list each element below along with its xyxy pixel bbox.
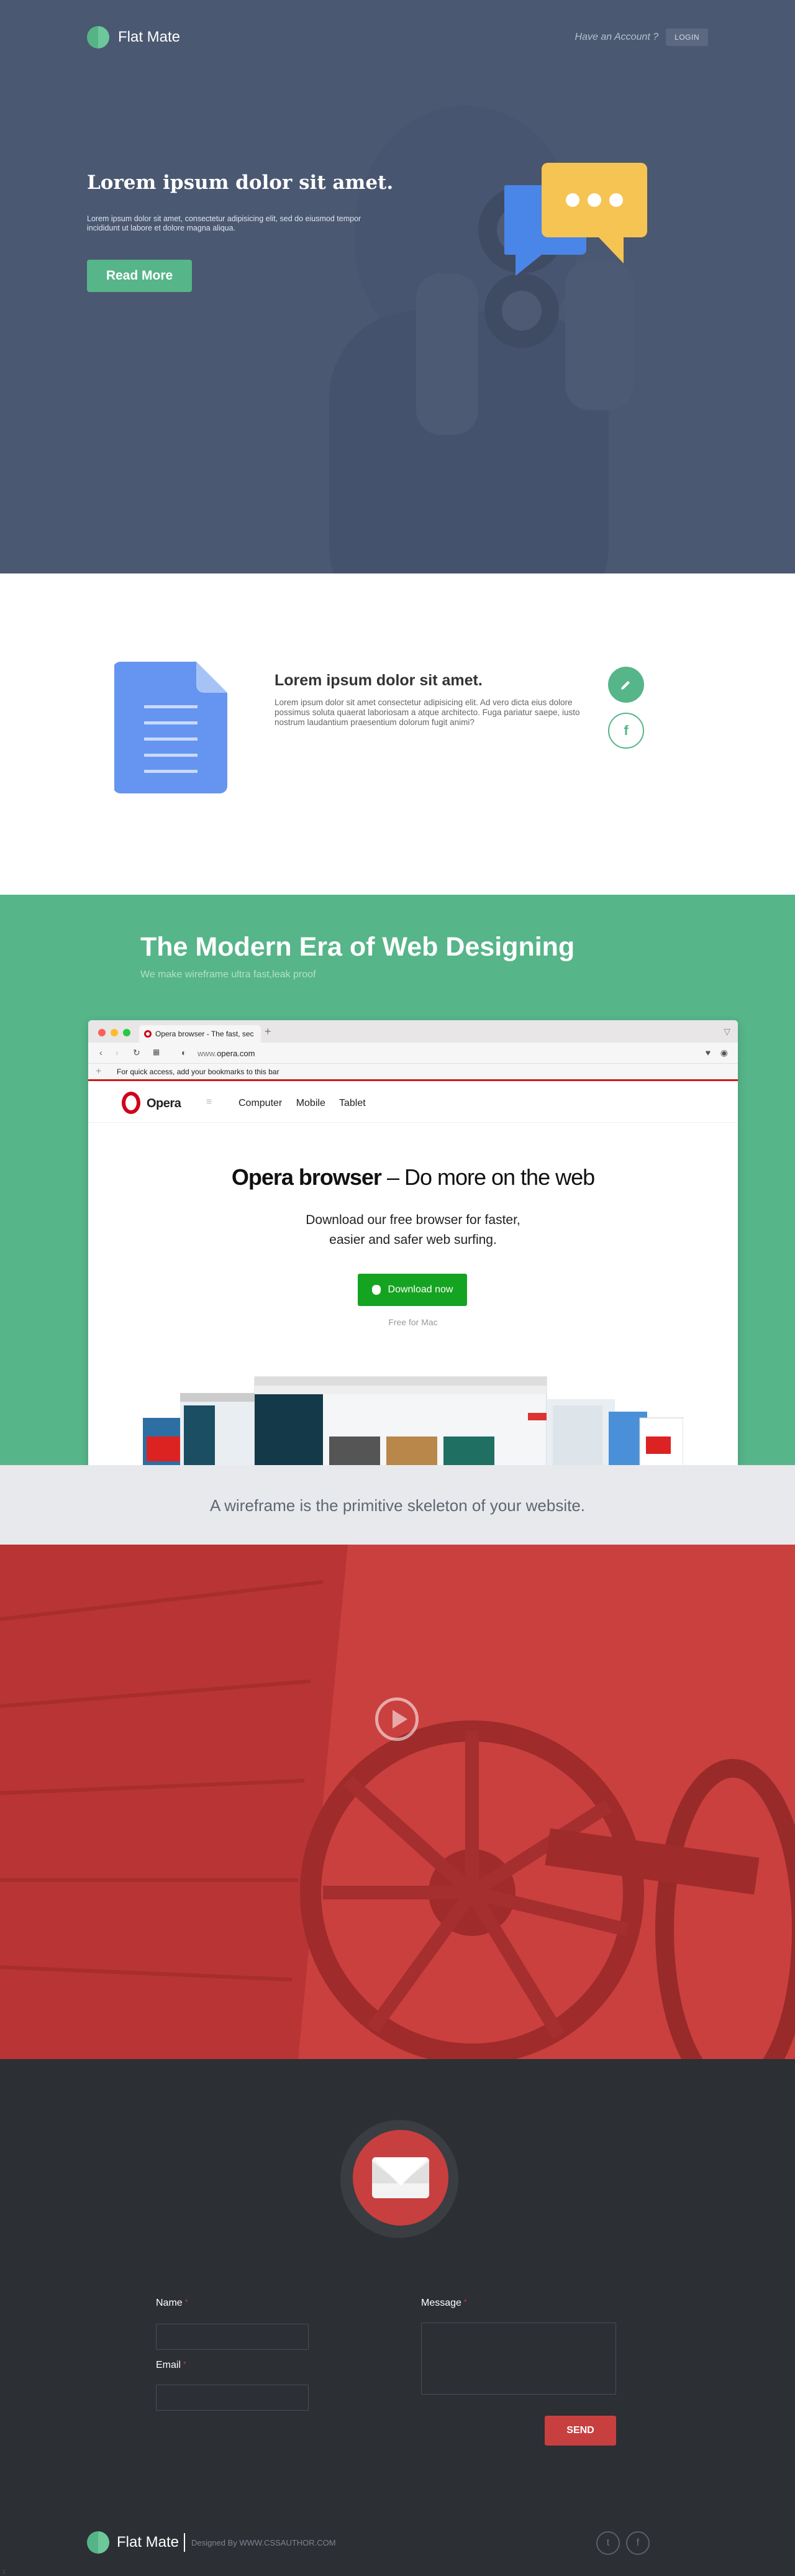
twitter-button[interactable]: t	[596, 2531, 620, 2555]
logo-mark-icon	[87, 26, 109, 48]
forward-icon[interactable]: ›	[116, 1048, 119, 1057]
bookmarks-hint: For quick access, add your bookmarks to …	[117, 1067, 279, 1076]
opera-description-line2: easier and safer web surfing.	[329, 1233, 497, 1247]
opera-logo-icon[interactable]	[122, 1092, 140, 1114]
free-for-mac-label: Free for Mac	[388, 1317, 438, 1327]
apple-icon	[371, 1285, 381, 1295]
browser-tab-title: Opera browser - The fast, sec	[155, 1030, 254, 1038]
add-bookmark-icon[interactable]: +	[96, 1064, 101, 1080]
device-screenshots-illustration	[143, 1376, 683, 1465]
site-info-icon[interactable]: ◐	[181, 1048, 186, 1057]
chat-bubbles-icon	[504, 163, 647, 276]
pencil-icon	[621, 681, 630, 690]
login-button[interactable]: LOGIN	[666, 29, 708, 46]
page-bottom-mark: 1	[2, 2569, 6, 2575]
close-window-icon[interactable]	[98, 1029, 106, 1036]
browser-tabbar: Opera browser - The fast, sec + ▽	[88, 1020, 738, 1043]
email-label: Email *	[156, 2360, 186, 2371]
tagline-band: A wireframe is the primitive skeleton of…	[0, 1465, 795, 1545]
hero-text: Lorem ipsum dolor sit amet, consectetur …	[87, 214, 361, 232]
minimize-window-icon[interactable]	[111, 1029, 118, 1036]
footer-logo-mark-icon	[87, 2531, 109, 2554]
opera-description: Download our free browser for faster, ea…	[88, 1210, 738, 1250]
url-prefix: www.	[198, 1049, 217, 1058]
showcase-title: The Modern Era of Web Designing	[140, 932, 575, 962]
brand-logo[interactable]: Flat Mate	[87, 26, 180, 48]
url-field[interactable]: www.opera.com	[198, 1049, 255, 1058]
footer-brand: Flat Mate Designed By WWW.CSSAUTHOR.COM	[87, 2531, 336, 2554]
url-host: opera.com	[217, 1049, 255, 1058]
required-mark: *	[463, 2298, 467, 2306]
tagline-text: A wireframe is the primitive skeleton of…	[209, 1496, 586, 1515]
opera-nav-links: Computer Mobile Tablet	[238, 1098, 377, 1109]
showcase-subtitle: We make wireframe ultra fast,leak proof	[140, 969, 316, 980]
browser-tab[interactable]: Opera browser - The fast, sec	[139, 1025, 261, 1043]
tab-menu-icon[interactable]: ▽	[724, 1026, 730, 1037]
bookmarks-bar: + For quick access, add your bookmarks t…	[88, 1064, 738, 1081]
wagon-wheel-photo-background	[0, 1545, 795, 2059]
edit-button[interactable]	[608, 667, 644, 703]
new-tab-icon[interactable]: +	[265, 1025, 271, 1038]
required-mark: *	[184, 2298, 188, 2306]
speed-dial-icon[interactable]: ▦	[153, 1048, 160, 1056]
email-field[interactable]	[156, 2385, 309, 2411]
message-label: Message *	[421, 2298, 467, 2309]
reload-icon[interactable]: ↻	[133, 1048, 140, 1058]
message-label-text: Message	[421, 2298, 461, 2308]
nav-link-tablet[interactable]: Tablet	[339, 1098, 366, 1108]
opera-description-line1: Download our free browser for faster,	[306, 1213, 520, 1227]
heart-icon[interactable]: ♥	[706, 1048, 711, 1057]
feature-text: Lorem ipsum dolor sit amet consectetur a…	[275, 698, 580, 727]
footer-divider	[184, 2533, 186, 2552]
name-field[interactable]	[156, 2324, 309, 2350]
document-icon	[114, 662, 227, 793]
nav-link-mobile[interactable]: Mobile	[296, 1098, 325, 1108]
maximize-window-icon[interactable]	[123, 1029, 130, 1036]
feature-title: Lorem ipsum dolor sit amet.	[275, 672, 483, 689]
envelope-icon	[372, 2157, 429, 2198]
download-now-button[interactable]: Download now	[358, 1274, 467, 1306]
opera-site-nav: Opera ≡ Computer Mobile Tablet	[88, 1083, 738, 1123]
address-bar: ‹ › ↻ ▦ ◐ www.opera.com ♥ ◉	[88, 1043, 738, 1064]
video-section	[0, 1545, 795, 2059]
facebook-icon: f	[624, 723, 629, 738]
footer-credit[interactable]: Designed By WWW.CSSAUTHOR.COM	[191, 2538, 336, 2547]
top-nav: Flat Mate Have an Account ? LOGIN	[87, 26, 708, 51]
hero-section: Flat Mate Have an Account ? LOGIN Lorem …	[0, 0, 795, 573]
hero-title: Lorem ipsum dolor sit amet.	[87, 171, 394, 194]
opera-favicon-icon	[144, 1030, 152, 1038]
hamburger-menu-icon[interactable]: ≡	[206, 1097, 212, 1108]
feature-section: Lorem ipsum dolor sit amet. Lorem ipsum …	[0, 573, 795, 895]
opera-brand[interactable]: Opera	[147, 1097, 181, 1111]
opera-headline: Opera browser – Do more on the web	[88, 1164, 738, 1190]
opera-headline-bold: Opera browser	[231, 1164, 382, 1190]
facebook-icon: f	[636, 2537, 640, 2548]
back-icon[interactable]: ‹	[99, 1048, 102, 1057]
facebook-footer-button[interactable]: f	[626, 2531, 650, 2555]
nav-link-computer[interactable]: Computer	[238, 1098, 282, 1108]
download-label: Download now	[388, 1284, 453, 1295]
account-prompt: Have an Account ?	[575, 32, 659, 42]
hero-photo-background	[329, 106, 634, 573]
required-mark: *	[183, 2360, 186, 2368]
facebook-button[interactable]: f	[608, 713, 644, 749]
name-label: Name *	[156, 2298, 188, 2309]
name-label-text: Name	[156, 2298, 183, 2308]
play-video-button[interactable]	[375, 1697, 419, 1741]
brand-name: Flat Mate	[118, 29, 181, 45]
send-button[interactable]: SEND	[545, 2416, 616, 2446]
email-label-text: Email	[156, 2360, 181, 2370]
read-more-button[interactable]: Read More	[87, 260, 192, 292]
contact-footer-section: Name * Email * Message * SEND Flat Mate Des…	[0, 2059, 795, 2576]
account-icon[interactable]: ◉	[720, 1048, 728, 1058]
browser-mockup: Opera browser - The fast, sec + ▽ ‹ › ↻ …	[88, 1020, 738, 1465]
account-area: Have an Account ? LOGIN	[575, 29, 708, 46]
footer-brand-name[interactable]: Flat Mate	[117, 2534, 179, 2551]
message-field[interactable]	[421, 2323, 616, 2395]
twitter-icon: t	[606, 2537, 610, 2548]
showcase-section: The Modern Era of Web Designing We make …	[0, 895, 795, 1465]
opera-headline-rest: – Do more on the web	[381, 1164, 595, 1190]
